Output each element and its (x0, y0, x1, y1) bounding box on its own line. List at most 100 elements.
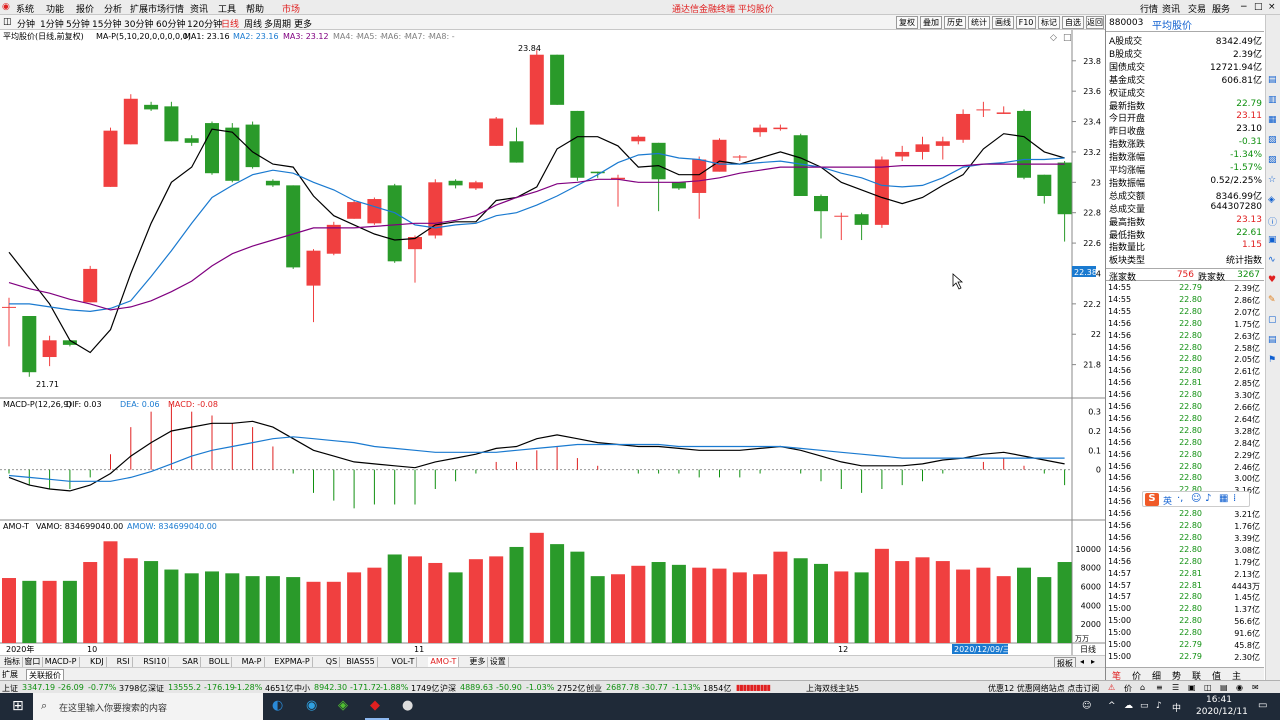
period-120min[interactable]: 120分钟 (187, 17, 222, 30)
tick-row[interactable]: 14:57 22.81 4443万 (1106, 581, 1264, 593)
volume-bar[interactable] (489, 556, 504, 643)
tray-up-icon[interactable]: ^ (1108, 701, 1116, 711)
indicator-tab[interactable]: 指标 (2, 657, 23, 667)
candle[interactable] (895, 151, 910, 157)
media-app-icon[interactable]: ● (402, 698, 413, 713)
candle[interactable] (793, 135, 808, 196)
volume-bar[interactable] (590, 576, 605, 643)
tray-cloud-icon[interactable]: ☁ (1124, 701, 1133, 711)
tick-row[interactable]: 14:56 22.80 2.05亿 (1106, 354, 1264, 366)
status-icon-3[interactable]: ⌂ (1140, 683, 1145, 692)
tick-row[interactable]: 14:55 22.80 2.86亿 (1106, 295, 1264, 307)
menu-item-news[interactable]: 资讯 (190, 2, 208, 15)
volume-bar[interactable] (245, 576, 260, 643)
tick-row[interactable]: 14:56 22.80 1.76亿 (1106, 521, 1264, 533)
candle[interactable] (367, 199, 382, 224)
volume-bar[interactable] (123, 558, 138, 643)
tick-row[interactable]: 14:56 22.80 3.30亿 (1106, 390, 1264, 402)
status-icon-6[interactable]: ▣ (1188, 683, 1196, 692)
volume-bar[interactable] (428, 562, 443, 643)
tray-ime-icon[interactable]: 中 (1172, 701, 1181, 714)
menu-item-function[interactable]: 功能 (46, 2, 64, 15)
ribbon-doc-icon[interactable]: ▤ (1268, 335, 1277, 345)
close-icon[interactable]: × (1268, 2, 1276, 12)
volume-bar[interactable] (692, 567, 707, 643)
candle[interactable] (22, 316, 37, 373)
volume-bar[interactable] (83, 562, 98, 643)
menu-item-analysis[interactable]: 分析 (104, 2, 122, 15)
draw-button[interactable]: 画线 (992, 16, 1014, 29)
candle[interactable] (164, 106, 179, 142)
volume-bar[interactable] (529, 532, 544, 643)
volume-bar[interactable] (814, 563, 828, 643)
settings-diamond-icon[interactable]: ◇ (1050, 33, 1057, 43)
overlay-button[interactable]: 叠加 (920, 16, 942, 29)
volume-bar[interactable] (42, 580, 57, 643)
ribbon-star-icon[interactable]: ☆ (1268, 175, 1276, 185)
volume-bar[interactable] (103, 541, 118, 643)
candle[interactable] (834, 215, 849, 217)
volume-bar[interactable] (550, 544, 565, 643)
tray-network-icon[interactable]: ▭ (1140, 701, 1149, 711)
watchlist-button[interactable]: 自选 (1062, 16, 1084, 29)
tick-row[interactable]: 14:56 22.80 2.58亿 (1106, 343, 1264, 355)
volume-bar[interactable] (265, 576, 280, 643)
volume-bar[interactable] (570, 551, 585, 643)
volume-bar[interactable] (1057, 562, 1072, 643)
candle[interactable] (874, 159, 889, 225)
candle[interactable] (387, 185, 402, 262)
ribbon-chart-icon[interactable]: ▤ (1268, 75, 1277, 85)
indicator-tab[interactable]: MA-P (240, 657, 265, 667)
tab-scroll-left-icon[interactable]: ◂ (1080, 657, 1084, 666)
candle[interactable] (245, 124, 260, 168)
period-more[interactable]: 更多 (294, 17, 312, 30)
candle[interactable] (935, 141, 950, 146)
indicator-tab[interactable]: VOL-T (389, 657, 418, 667)
tick-row[interactable]: 14:56 22.81 2.85亿 (1106, 378, 1264, 390)
clock-date[interactable]: 2020/12/11 (1196, 707, 1248, 717)
candle[interactable] (956, 113, 971, 140)
ribbon-wave-icon[interactable]: ∿ (1268, 255, 1276, 265)
candle[interactable] (1037, 174, 1052, 196)
volume-bar[interactable] (225, 573, 240, 643)
volume-bar[interactable] (732, 572, 747, 643)
candle[interactable] (1057, 162, 1072, 215)
candle[interactable] (225, 127, 240, 181)
ribbon-calc-icon[interactable]: ▣ (1268, 235, 1277, 245)
volume-bar[interactable] (996, 576, 1011, 643)
tick-row[interactable]: 14:56 22.80 1.79亿 (1106, 557, 1264, 569)
tick-row[interactable]: 15:00 22.80 56.6亿 (1106, 616, 1264, 628)
status-icon-4[interactable]: ≡ (1156, 683, 1163, 692)
candle[interactable] (489, 118, 504, 146)
candle[interactable] (468, 182, 483, 189)
candle[interactable] (550, 54, 565, 105)
volume-bar[interactable] (286, 577, 301, 643)
volume-bar[interactable] (671, 564, 686, 643)
tick-row[interactable]: 14:56 22.80 3.00亿 (1106, 473, 1264, 485)
candle[interactable] (326, 224, 341, 254)
volume-bar[interactable] (854, 572, 869, 643)
candle[interactable] (814, 195, 828, 212)
ribbon-pencil-icon[interactable]: ✎ (1268, 295, 1276, 305)
indicator-tab[interactable]: 设置 (488, 657, 509, 667)
volume-bar[interactable] (509, 546, 524, 643)
tick-row[interactable]: 14:56 22.80 3.08亿 (1106, 545, 1264, 557)
ribbon-list-icon[interactable]: ▥ (1268, 95, 1277, 105)
tick-row[interactable]: 14:57 22.80 1.45亿 (1106, 592, 1264, 604)
volume-bar[interactable] (326, 581, 341, 643)
tick-row[interactable]: 15:00 22.80 1.37亿 (1106, 604, 1264, 616)
tick-row[interactable]: 14:56 22.80 1.75亿 (1106, 319, 1264, 331)
menu-item-quote[interactable]: 报价 (76, 2, 94, 15)
indicator-tab[interactable]: MACD-P (43, 657, 80, 667)
menu-right-trade[interactable]: 交易 (1188, 2, 1206, 15)
menu-item-system[interactable]: 系统 (16, 2, 34, 15)
tick-row[interactable]: 14:56 22.80 2.66亿 (1106, 402, 1264, 414)
f10-button[interactable]: F10 (1016, 16, 1036, 29)
edge-browser-icon[interactable]: ◐ (272, 698, 283, 713)
candle[interactable] (996, 112, 1011, 114)
ime-emoji-icon[interactable]: ☺ (1191, 493, 1201, 504)
volume-bar[interactable] (773, 551, 788, 643)
tick-row[interactable]: 14:56 22.80 2.61亿 (1106, 366, 1264, 378)
indicator-tab[interactable]: RSI (115, 657, 133, 667)
ime-mic-icon[interactable]: ♪ (1205, 493, 1211, 504)
